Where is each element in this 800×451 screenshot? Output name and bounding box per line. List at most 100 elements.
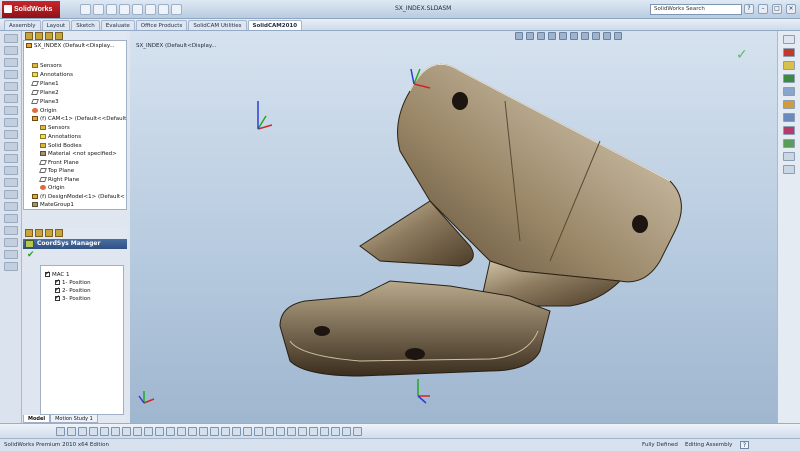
tool-icon[interactable]	[210, 426, 219, 436]
rectangle-tool-icon[interactable]	[3, 82, 18, 91]
undo-icon[interactable]	[132, 3, 143, 15]
select-icon[interactable]	[145, 3, 156, 15]
tool-icon[interactable]	[298, 426, 307, 436]
line-tool-icon[interactable]	[3, 46, 18, 55]
revolve-tool-icon[interactable]	[3, 202, 18, 211]
tree-item[interactable]: Solid Bodies	[40, 143, 82, 150]
tool-icon[interactable]	[122, 426, 131, 436]
hole-tool-icon[interactable]	[3, 262, 18, 271]
app-logo[interactable]: SolidWorks	[2, 0, 60, 18]
feature-manager-tab-icon[interactable]	[25, 32, 33, 40]
maximize-icon[interactable]: □	[772, 4, 782, 14]
tree-item[interactable]: Right Plane	[39, 177, 79, 184]
rib-tool-icon[interactable]	[3, 250, 18, 259]
tree-item[interactable]: Top Plane	[39, 168, 74, 175]
tool-icon[interactable]	[177, 426, 186, 436]
tree-item[interactable]: (f) CAM<1> (Default<<Default	[32, 116, 126, 123]
part-model[interactable]: ✓	[130, 31, 777, 423]
help-button[interactable]: ?	[740, 441, 749, 449]
tool-icon[interactable]	[276, 426, 285, 436]
trim-tool-icon[interactable]	[3, 142, 18, 151]
tool-icon[interactable]	[144, 426, 153, 436]
tree-item[interactable]: Material <not specified>	[40, 151, 117, 158]
tool-icon[interactable]	[331, 426, 340, 436]
tab-office-products[interactable]: Office Products	[135, 20, 188, 30]
search-input[interactable]: SolidWorks Search	[650, 4, 742, 15]
tool-icon[interactable]	[221, 426, 230, 436]
arc-tool-icon[interactable]	[3, 70, 18, 79]
extra-tool-icon[interactable]	[783, 165, 795, 174]
tool-icon[interactable]	[287, 426, 296, 436]
position-item[interactable]: 1- Position	[55, 278, 91, 287]
fillet-tool-icon[interactable]	[3, 214, 18, 223]
relation-tool-icon[interactable]	[3, 130, 18, 139]
property-manager-tab-icon[interactable]	[35, 229, 43, 237]
tab-sketch[interactable]: Sketch	[71, 20, 100, 30]
tool-icon[interactable]	[320, 426, 329, 436]
tool-icon[interactable]	[166, 426, 175, 436]
tool-icon[interactable]	[265, 426, 274, 436]
tab-motion-study[interactable]: Motion Study 1	[50, 415, 98, 423]
tool-icon[interactable]	[100, 426, 109, 436]
configuration-manager-tab-icon[interactable]	[45, 229, 53, 237]
save-icon[interactable]	[106, 3, 117, 15]
checkbox[interactable]	[55, 286, 60, 293]
tree-item[interactable]: Annotations	[32, 72, 73, 79]
rebuild-icon[interactable]	[158, 3, 169, 15]
solidcam-manager-tab-icon[interactable]	[55, 229, 63, 237]
chamfer-tool-icon[interactable]	[3, 226, 18, 235]
tree-item[interactable]: Sensors	[40, 125, 70, 132]
property-manager-tab-icon[interactable]	[35, 32, 43, 40]
tool-icon[interactable]	[188, 426, 197, 436]
minimize-icon[interactable]: –	[758, 4, 768, 14]
checkbox[interactable]	[55, 294, 60, 301]
settings-icon[interactable]	[783, 152, 795, 161]
tool-icon[interactable]	[243, 426, 252, 436]
ok-check-icon[interactable]: ✔	[27, 250, 35, 260]
tool-icon[interactable]	[232, 426, 241, 436]
tab-solidcam2010[interactable]: SolidCAM2010	[247, 20, 303, 30]
tab-layout[interactable]: Layout	[41, 20, 71, 30]
tree-item[interactable]: Annotations	[40, 134, 81, 141]
graphics-area[interactable]: SX_INDEX (Default<Display... ✓	[130, 31, 777, 423]
resources-icon[interactable]	[783, 35, 795, 44]
tool-icon[interactable]	[342, 426, 351, 436]
tool-icon[interactable]	[155, 426, 164, 436]
print-icon[interactable]	[119, 3, 130, 15]
help-icon[interactable]: ?	[744, 4, 754, 14]
open-file-icon[interactable]	[93, 3, 104, 15]
tool-icon[interactable]	[89, 426, 98, 436]
tab-model[interactable]: Model	[23, 415, 51, 423]
tool-icon[interactable]	[309, 426, 318, 436]
simulation-icon[interactable]	[783, 139, 795, 148]
shell-tool-icon[interactable]	[3, 238, 18, 247]
tree-item[interactable]: Origin	[32, 108, 57, 115]
options-icon[interactable]	[171, 3, 182, 15]
feature-manager-tab-icon[interactable]	[25, 229, 33, 237]
toolbox-icon[interactable]	[783, 126, 795, 135]
mirror-tool-icon[interactable]	[3, 154, 18, 163]
point-tool-icon[interactable]	[3, 106, 18, 115]
extrude-tool-icon[interactable]	[3, 190, 18, 199]
tool-icon[interactable]	[78, 426, 87, 436]
solidcam-manager-tab-icon[interactable]	[55, 32, 63, 40]
tab-assembly[interactable]: Assembly	[4, 20, 41, 30]
spline-tool-icon[interactable]	[3, 94, 18, 103]
tab-evaluate[interactable]: Evaluate	[100, 20, 135, 30]
tool-icon[interactable]	[56, 426, 65, 436]
tool-icon[interactable]	[111, 426, 120, 436]
tool-icon[interactable]	[67, 426, 76, 436]
sketch-tool-icon[interactable]	[3, 34, 18, 43]
position-item[interactable]: 2- Position	[55, 286, 91, 295]
new-file-icon[interactable]	[80, 3, 91, 15]
checkbox[interactable]	[55, 278, 60, 285]
tool-icon[interactable]	[353, 426, 362, 436]
offset-tool-icon[interactable]	[3, 166, 18, 175]
pattern-tool-icon[interactable]	[3, 178, 18, 187]
tree-item[interactable]: Origin	[40, 185, 65, 192]
tool-icon[interactable]	[254, 426, 263, 436]
tree-item[interactable]: Sensors	[32, 63, 62, 70]
position-item[interactable]: 3- Position	[55, 294, 91, 303]
tool-icon[interactable]	[133, 426, 142, 436]
configuration-manager-tab-icon[interactable]	[45, 32, 53, 40]
